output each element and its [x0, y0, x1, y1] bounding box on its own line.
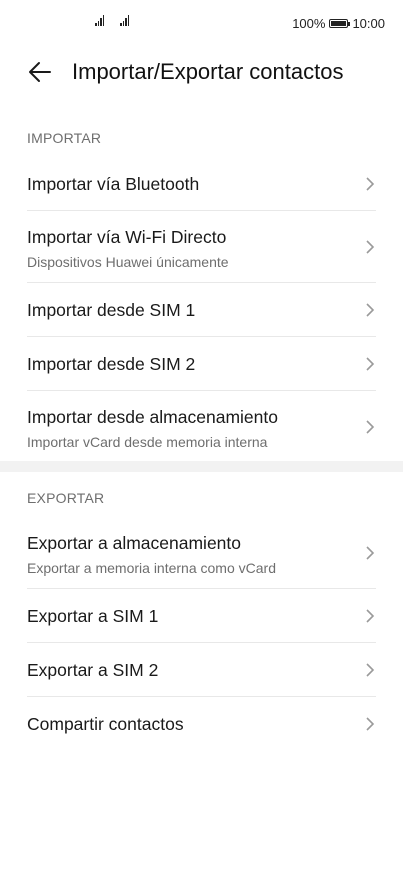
app-bar: Importar/Exportar contactos: [0, 48, 403, 98]
import-sim1-item[interactable]: Importar desde SIM 1: [0, 283, 403, 337]
battery-percent: 100%: [292, 16, 326, 31]
status-right: 100% 10:00: [292, 16, 385, 31]
item-title: Exportar a almacenamiento: [27, 533, 241, 553]
item-title: Importar desde SIM 2: [27, 354, 196, 374]
export-section-header: EXPORTAR: [27, 490, 105, 506]
chevron-right-icon: [366, 663, 375, 677]
chevron-right-icon: [366, 357, 375, 371]
chevron-right-icon: [366, 717, 375, 731]
signal-icon: [95, 14, 105, 26]
import-list: Importar vía Bluetooth Importar vía Wi-F…: [0, 157, 403, 463]
status-bar: 100% 10:00: [0, 0, 403, 48]
item-subtitle: Exportar a memoria interna como vCard: [27, 560, 276, 576]
battery-icon: [329, 19, 351, 28]
item-title: Compartir contactos: [27, 714, 184, 734]
import-wifi-direct-item[interactable]: Importar vía Wi-Fi Directo Dispositivos …: [0, 211, 403, 283]
page-title: Importar/Exportar contactos: [72, 59, 344, 84]
import-storage-item[interactable]: Importar desde almacenamiento Importar v…: [0, 391, 403, 463]
chevron-right-icon: [366, 303, 375, 317]
chevron-right-icon: [366, 177, 375, 191]
import-sim2-item[interactable]: Importar desde SIM 2: [0, 337, 403, 391]
import-section-header: IMPORTAR: [27, 130, 102, 146]
item-title: Importar desde SIM 1: [27, 300, 196, 320]
chevron-right-icon: [366, 240, 375, 254]
export-sim2-item[interactable]: Exportar a SIM 2: [0, 643, 403, 697]
signal-icon: [120, 14, 130, 26]
item-subtitle: Importar vCard desde memoria interna: [27, 434, 268, 450]
back-arrow-icon[interactable]: [26, 58, 54, 86]
export-list: Exportar a almacenamiento Exportar a mem…: [0, 517, 403, 751]
chevron-right-icon: [366, 546, 375, 560]
section-separator: [0, 461, 403, 472]
chevron-right-icon: [366, 420, 375, 434]
item-subtitle: Dispositivos Huawei únicamente: [27, 254, 229, 270]
item-title: Importar desde almacenamiento: [27, 407, 278, 427]
share-contacts-item[interactable]: Compartir contactos: [0, 697, 403, 751]
import-bluetooth-item[interactable]: Importar vía Bluetooth: [0, 157, 403, 211]
clock: 10:00: [352, 16, 385, 31]
item-title: Importar vía Wi-Fi Directo: [27, 227, 227, 247]
item-title: Importar vía Bluetooth: [27, 174, 200, 194]
chevron-right-icon: [366, 609, 375, 623]
export-storage-item[interactable]: Exportar a almacenamiento Exportar a mem…: [0, 517, 403, 589]
item-title: Exportar a SIM 2: [27, 660, 159, 680]
item-title: Exportar a SIM 1: [27, 606, 159, 626]
export-sim1-item[interactable]: Exportar a SIM 1: [0, 589, 403, 643]
